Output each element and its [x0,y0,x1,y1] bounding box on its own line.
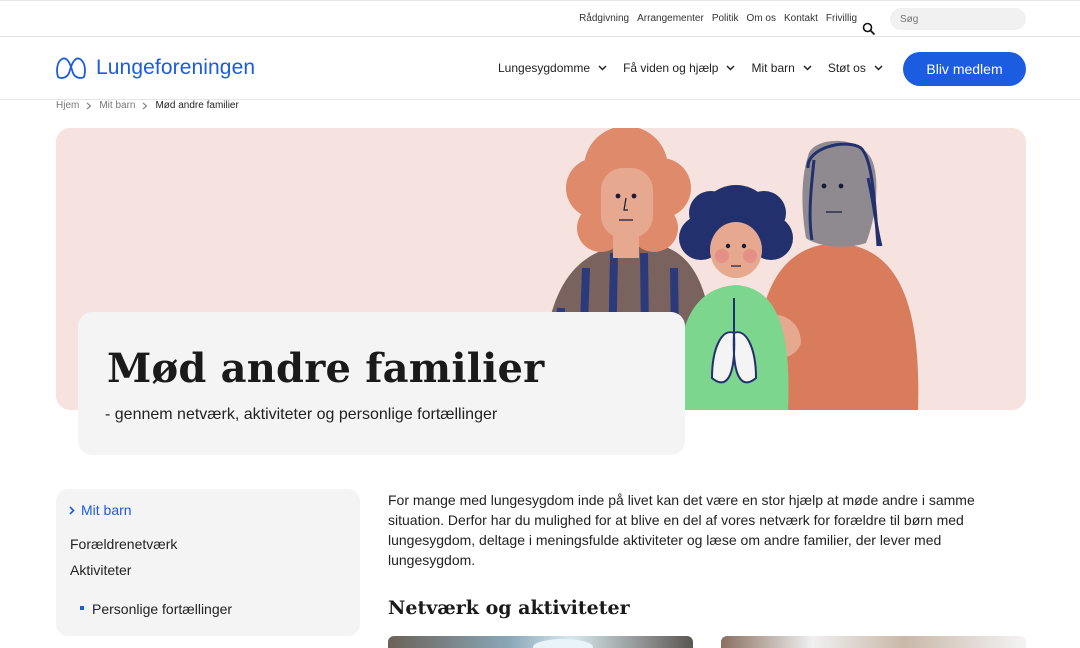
search-input[interactable] [890,8,1026,30]
nav-item-stoet-os[interactable]: Støt os [828,61,883,75]
side-menu-item-personlige-fortaellinger[interactable]: Personlige fortællinger [92,601,232,617]
chevron-right-icon [86,102,92,109]
side-menu-item-aktiviteter[interactable]: Aktiviteter [70,562,131,578]
chevron-down-icon [598,65,607,71]
breadcrumb-parent[interactable]: Mit barn [99,100,135,111]
bullet-marker [80,606,84,610]
hero-card: Mød andre familier - gennem netværk, akt… [78,312,685,455]
main-header: Lungeforeningen Lungesygdomme Få viden o… [0,38,1080,100]
utility-link-arrangementer[interactable]: Arrangementer [637,13,704,24]
card-image-graphic [533,639,593,648]
chevron-right-icon [69,505,75,515]
bliv-medlem-button[interactable]: Bliv medlem [903,52,1026,86]
chevron-right-icon [143,102,148,109]
logo[interactable]: Lungeforeningen [55,56,255,80]
page-subtitle: - gennem netværk, aktiviteter og personl… [105,406,498,423]
side-menu-item-foraeldrenetvaerk[interactable]: Forældrenetværk [70,536,177,552]
side-menu-active-label: Mit barn [81,502,132,518]
nav-label: Støt os [827,61,866,75]
nav-item-faa-viden[interactable]: Få viden og hjælp [623,61,735,75]
utility-link-frivillig[interactable]: Frivillig [826,13,857,24]
chevron-down-icon [726,65,735,71]
chevron-down-icon [803,65,812,71]
side-menu-mit-barn[interactable]: Mit barn [69,502,132,518]
breadcrumb-home[interactable]: Hjem [56,100,79,111]
main-nav: Lungesygdomme Få viden og hjælp Mit barn… [498,61,883,75]
card-image[interactable] [388,636,693,648]
nav-item-lungesygdomme[interactable]: Lungesygdomme [498,61,607,75]
breadcrumb: Hjem Mit barn Mød andre familier [56,100,239,111]
card-image[interactable] [721,636,1026,648]
side-menu: Mit barn Forældrenetværk Aktiviteter Per… [56,489,360,636]
utility-link-om-os[interactable]: Om os [747,13,776,24]
search-icon[interactable] [862,22,876,36]
utility-link-raadgivning[interactable]: Rådgivning [579,13,629,24]
nav-label: Få viden og hjælp [623,61,719,75]
chevron-down-icon [874,65,883,71]
logo-text: Lungeforeningen [96,56,256,79]
nav-label: Lungesygdomme [498,61,591,75]
page-title: Mød andre familier [107,345,545,392]
intro-paragraph: For mange med lungesygdom inde på livet … [388,492,975,568]
utility-nav: Rådgivning Arrangementer Politik Om os K… [579,13,857,24]
lungs-logo-icon [56,57,86,79]
utility-link-politik[interactable]: Politik [712,13,739,24]
section-heading: Netværk og aktiviteter [388,597,630,619]
utility-link-kontakt[interactable]: Kontakt [784,13,818,24]
nav-label: Mit barn [751,61,795,75]
nav-item-mit-barn[interactable]: Mit barn [751,61,812,75]
breadcrumb-current: Mød andre familier [155,100,239,111]
utility-bar: Rådgivning Arrangementer Politik Om os K… [0,0,1080,37]
